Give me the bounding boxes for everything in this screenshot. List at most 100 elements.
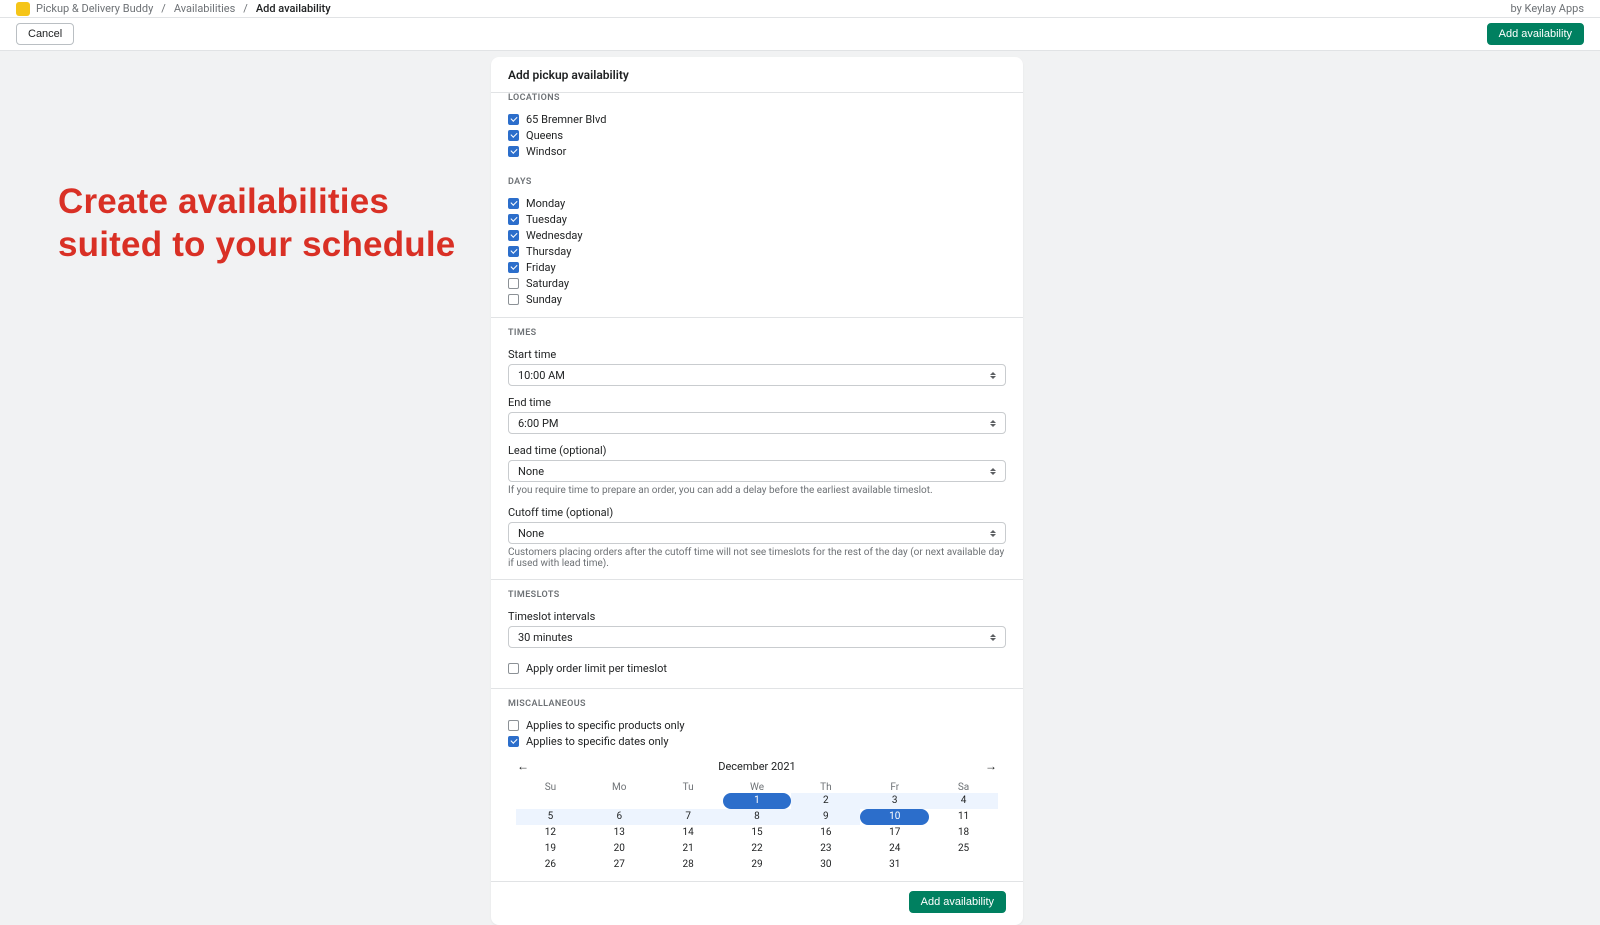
calendar-dow: Tu [654, 782, 723, 793]
calendar-day[interactable]: 6 [585, 809, 654, 825]
timeslots-heading: TIMESLOTS [508, 590, 1006, 600]
crumb-app[interactable]: Pickup & Delivery Buddy [36, 2, 153, 15]
calendar-day[interactable]: 3 [860, 793, 929, 809]
chevron-updown-icon [990, 420, 996, 427]
calendar-next-button[interactable]: → [982, 757, 1000, 775]
end-time-select[interactable]: 6:00 PM [508, 412, 1006, 434]
specific-products-checkbox[interactable] [508, 720, 519, 731]
calendar-day[interactable]: 1 [723, 793, 792, 809]
cutoff-time-value: None [518, 527, 544, 540]
calendar-day[interactable]: 12 [516, 825, 585, 841]
hero-headline: Create availabilities suited to your sch… [0, 51, 485, 266]
interval-label: Timeslot intervals [508, 610, 1006, 623]
location-checkbox[interactable] [508, 146, 519, 157]
calendar-day[interactable]: 8 [723, 809, 792, 825]
calendar-prev-button[interactable]: ← [514, 757, 532, 775]
calendar-day[interactable]: 16 [791, 825, 860, 841]
specific-products-label: Applies to specific products only [526, 719, 685, 732]
interval-value: 30 minutes [518, 631, 573, 644]
calendar-day[interactable]: 10 [860, 809, 929, 825]
calendar-day[interactable]: 23 [791, 841, 860, 857]
cutoff-time-select[interactable]: None [508, 522, 1006, 544]
crumb-mid[interactable]: Availabilities [174, 2, 235, 15]
chevron-updown-icon [990, 372, 996, 379]
misc-heading: MISCALLANEOUS [508, 699, 1006, 709]
location-checkbox[interactable] [508, 130, 519, 141]
lead-time-select[interactable]: None [508, 460, 1006, 482]
day-checkbox[interactable] [508, 246, 519, 257]
calendar-day[interactable]: 28 [654, 857, 723, 873]
day-label: Saturday [526, 277, 569, 290]
day-label: Monday [526, 197, 565, 210]
day-label: Wednesday [526, 229, 583, 242]
crumb-sep-1: / [161, 2, 166, 15]
day-checkbox[interactable] [508, 262, 519, 273]
hero-line2: suited to your schedule [58, 225, 455, 264]
calendar-day[interactable]: 18 [929, 825, 998, 841]
calendar-dow: Th [791, 782, 860, 793]
calendar-day[interactable]: 11 [929, 809, 998, 825]
calendar-dow: Su [516, 782, 585, 793]
location-label: 65 Bremner Blvd [526, 113, 606, 126]
calendar-day[interactable]: 19 [516, 841, 585, 857]
day-checkbox[interactable] [508, 294, 519, 305]
crumb-current: Add availability [256, 2, 331, 15]
chevron-updown-icon [990, 468, 996, 475]
order-limit-checkbox[interactable] [508, 663, 519, 674]
day-checkbox[interactable] [508, 198, 519, 209]
calendar-day[interactable]: 15 [723, 825, 792, 841]
calendar-day[interactable]: 26 [516, 857, 585, 873]
calendar-day[interactable]: 2 [791, 793, 860, 809]
calendar-day[interactable]: 29 [723, 857, 792, 873]
location-checkbox[interactable] [508, 114, 519, 125]
day-label: Tuesday [526, 213, 567, 226]
calendar-day[interactable]: 31 [860, 857, 929, 873]
card-title: Add pickup availability [508, 68, 1006, 82]
calendar-day[interactable]: 22 [723, 841, 792, 857]
interval-select[interactable]: 30 minutes [508, 626, 1006, 648]
calendar-dow: Fr [860, 782, 929, 793]
hero-line1: Create availabilities [58, 182, 389, 221]
calendar-day[interactable]: 25 [929, 841, 998, 857]
end-time-label: End time [508, 396, 1006, 409]
day-label: Friday [526, 261, 556, 274]
calendar-day[interactable]: 24 [860, 841, 929, 857]
calendar-dow: Mo [585, 782, 654, 793]
add-availability-button-top[interactable]: Add availability [1487, 23, 1584, 45]
arrow-left-icon: ← [517, 759, 529, 773]
lead-time-label: Lead time (optional) [508, 444, 1006, 457]
locations-heading: LOCATIONS [508, 93, 1006, 103]
lead-time-help: If you require time to prepare an order,… [508, 485, 1006, 496]
action-bar: Cancel Add availability [0, 18, 1600, 51]
calendar-day [654, 793, 723, 809]
calendar-day[interactable]: 20 [585, 841, 654, 857]
end-time-value: 6:00 PM [518, 417, 558, 430]
availability-card: Add pickup availability LOCATIONS 65 Bre… [491, 57, 1023, 925]
calendar-dow: We [723, 782, 792, 793]
calendar-day [585, 793, 654, 809]
specific-dates-checkbox[interactable] [508, 736, 519, 747]
start-time-select[interactable]: 10:00 AM [508, 364, 1006, 386]
calendar-day[interactable]: 7 [654, 809, 723, 825]
times-heading: TIMES [508, 328, 1006, 338]
specific-dates-label: Applies to specific dates only [526, 735, 669, 748]
calendar-day[interactable]: 14 [654, 825, 723, 841]
location-label: Queens [526, 129, 563, 142]
day-checkbox[interactable] [508, 214, 519, 225]
calendar-day[interactable]: 30 [791, 857, 860, 873]
attribution: by Keylay Apps [1511, 2, 1585, 15]
calendar-day[interactable]: 17 [860, 825, 929, 841]
add-availability-button-bottom[interactable]: Add availability [909, 891, 1006, 913]
cancel-button[interactable]: Cancel [16, 23, 74, 45]
calendar-day[interactable]: 13 [585, 825, 654, 841]
day-checkbox[interactable] [508, 230, 519, 241]
calendar-day[interactable]: 4 [929, 793, 998, 809]
app-icon [16, 2, 30, 16]
order-limit-label: Apply order limit per timeslot [526, 662, 667, 675]
day-checkbox[interactable] [508, 278, 519, 289]
calendar-day[interactable]: 27 [585, 857, 654, 873]
calendar-day[interactable]: 9 [791, 809, 860, 825]
cutoff-time-help: Customers placing orders after the cutof… [508, 547, 1006, 569]
calendar-day[interactable]: 21 [654, 841, 723, 857]
calendar-day[interactable]: 5 [516, 809, 585, 825]
